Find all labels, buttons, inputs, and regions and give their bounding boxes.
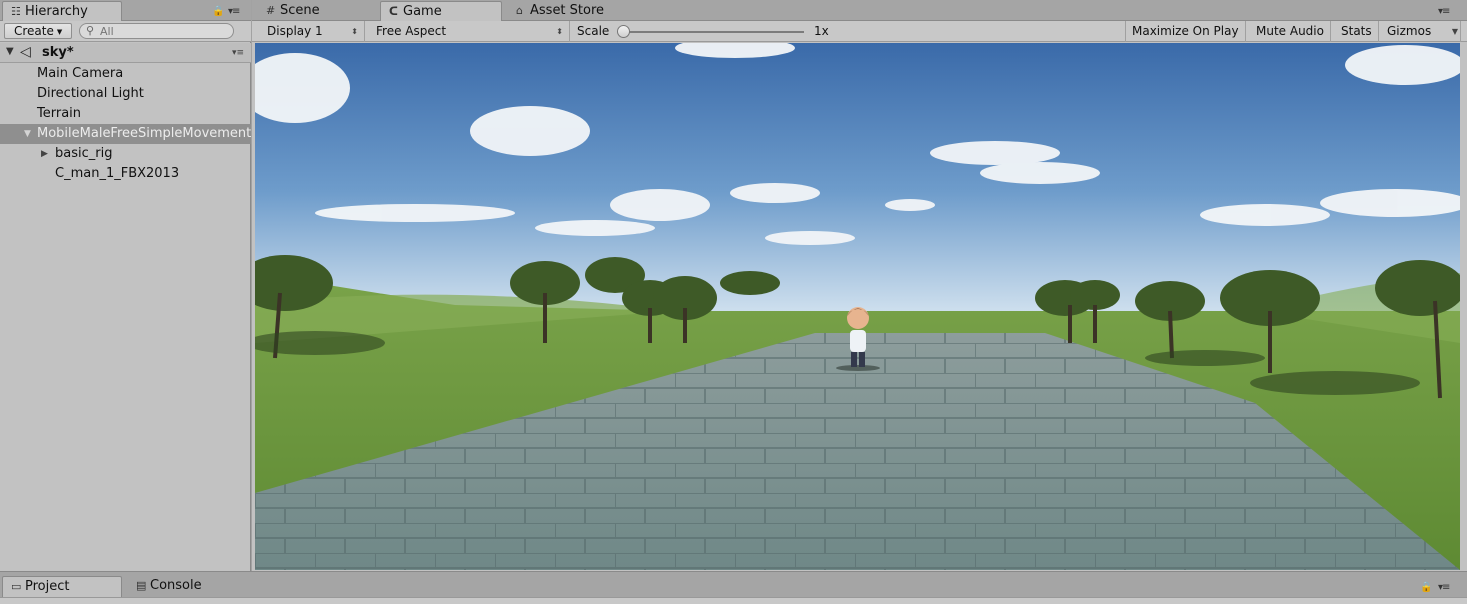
folder-icon: ▭ xyxy=(11,580,22,593)
maximize-on-play-toggle[interactable]: Maximize On Play xyxy=(1125,21,1246,42)
chevron-down-icon: ▼ xyxy=(1451,27,1458,36)
gizmos-dropdown[interactable]: Gizmos ▼ xyxy=(1381,21,1461,42)
list-icon: ☷ xyxy=(11,5,21,18)
aspect-dropdown[interactable]: Free Aspect ⬍ xyxy=(370,21,570,42)
scale-slider-thumb[interactable] xyxy=(617,25,630,38)
game-viewport[interactable] xyxy=(255,43,1460,570)
tab-console[interactable]: ▤ Console xyxy=(128,576,210,596)
game-render xyxy=(255,43,1460,570)
hierarchy-panel: ☷Hierarchy 🔒 ▾≡ Create▼ ⚲ ▼ ◁ sky* ▾≡ Ma… xyxy=(0,0,251,571)
game-panel: # Scene ᑕ Game ⌂ Asset Store ▾≡ Display 1 ⬍ … xyxy=(252,0,1467,571)
lock-icon[interactable]: 🔒 xyxy=(1420,582,1432,593)
up-down-arrows-icon: ⬍ xyxy=(351,27,358,36)
expand-arrow-icon[interactable]: ▼ xyxy=(24,124,31,144)
scene-menu-icon[interactable]: ▾≡ xyxy=(232,48,244,58)
expand-arrow-icon[interactable]: ▼ xyxy=(6,46,14,57)
scene-root-row[interactable]: ▼ ◁ sky* ▾≡ xyxy=(0,43,251,63)
scene-name: sky* xyxy=(42,45,74,60)
hierarchy-search[interactable]: ⚲ xyxy=(79,23,234,39)
chevron-down-icon: ▼ xyxy=(56,28,63,36)
hierarchy-item-terrain[interactable]: Terrain xyxy=(0,104,251,124)
search-icon: ⚲ xyxy=(86,24,95,37)
up-down-arrows-icon: ⬍ xyxy=(556,27,563,36)
tab-hierarchy[interactable]: ☷ Hierarchy xyxy=(2,1,122,22)
hierarchy-item-mobile-male[interactable]: ▼ MobileMaleFreeSimpleMovement xyxy=(0,124,251,144)
grid-icon: # xyxy=(266,4,276,17)
hierarchy-toolbar: Create ▼ ⚲ xyxy=(0,21,251,42)
search-input[interactable] xyxy=(100,25,225,38)
hierarchy-item-basic-rig[interactable]: ▶ basic_rig xyxy=(0,144,251,164)
unity-logo-icon: ◁ xyxy=(20,44,31,60)
panel-menu-icon[interactable]: ▾≡ xyxy=(1438,6,1450,17)
project-toolbar xyxy=(0,597,1467,604)
bottom-panel: ▭ Project ▤ Console 🔒 ▾≡ xyxy=(0,571,1467,604)
scale-value: 1x xyxy=(814,24,829,38)
mute-audio-toggle[interactable]: Mute Audio xyxy=(1250,21,1331,42)
panel-menu-icon[interactable]: ▾≡ xyxy=(228,6,240,17)
tab-project[interactable]: ▭ Project xyxy=(2,576,122,597)
panel-menu-icon[interactable]: ▾≡ xyxy=(1438,582,1450,593)
stats-toggle[interactable]: Stats xyxy=(1335,21,1379,42)
game-tabstrip: # Scene ᑕ Game ⌂ Asset Store ▾≡ xyxy=(252,0,1467,22)
collapse-arrow-icon[interactable]: ▶ xyxy=(41,144,48,164)
create-button[interactable]: Create ▼ xyxy=(4,23,72,39)
hierarchy-item-main-camera[interactable]: Main Camera xyxy=(0,64,251,84)
hierarchy-tabstrip: ☷ Hierarchy 🔒 ▾≡ xyxy=(0,0,251,22)
tab-asset-store[interactable]: ⌂ Asset Store xyxy=(508,1,612,21)
console-icon: ▤ xyxy=(136,579,147,592)
pacman-icon: ᑕ xyxy=(389,5,398,18)
tab-scene[interactable]: # Scene xyxy=(258,1,328,21)
scale-slider-track[interactable] xyxy=(624,31,804,33)
game-toolbar: Display 1 ⬍ Free Aspect ⬍ Scale 1x Maximiz… xyxy=(252,21,1467,42)
hierarchy-item-directional-light[interactable]: Directional Light xyxy=(0,84,251,104)
store-bag-icon: ⌂ xyxy=(516,4,523,17)
lock-icon[interactable]: 🔒 xyxy=(212,6,224,17)
display-dropdown[interactable]: Display 1 ⬍ xyxy=(261,21,365,42)
tab-game[interactable]: ᑕ Game xyxy=(380,1,502,22)
hierarchy-item-c-man[interactable]: C_man_1_FBX2013 xyxy=(0,164,251,184)
scale-label: Scale xyxy=(577,24,610,38)
